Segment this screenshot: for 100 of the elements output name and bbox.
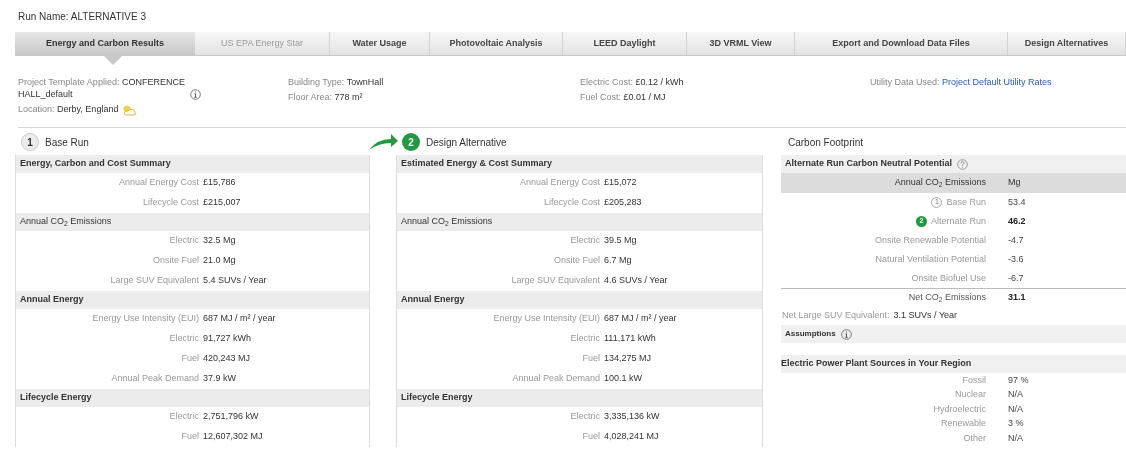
metric-label: Energy Use Intensity (EUI) [492, 312, 600, 326]
metric-value: -3.6 [1008, 252, 1024, 266]
metric-value: £15,786 [203, 176, 236, 190]
tab[interactable]: Energy and Carbon Results [15, 32, 195, 55]
metric-label: Electric [168, 234, 199, 248]
info-field: Location: Derby, England [18, 104, 119, 114]
metric-value: £205,283 [604, 196, 642, 210]
tab[interactable]: Water Usage [330, 32, 430, 55]
metric-label: Onsite Fuel [552, 254, 600, 268]
group-heading: Annual CO$_{2}$ Emissions [20, 215, 112, 229]
metric-label: Large SUV Equivalent [109, 274, 199, 288]
metric-label: Fuel [581, 352, 600, 366]
metric-value: 6.7 Mg [604, 254, 632, 268]
group-heading: Annual Energy [401, 293, 465, 307]
metric-label: Hydroelectric [932, 402, 986, 416]
metric-label: Large SUV Equivalent [510, 274, 600, 288]
metric-label: Fuel [581, 430, 600, 444]
metric-value: -4.7 [1008, 233, 1024, 247]
metric-value: 91,727 kWh [203, 332, 252, 346]
metric-value: 687 MJ / m² / year [604, 312, 677, 326]
metric-value: 134,275 MJ [604, 352, 652, 366]
metric-value: 3.1 SUVs / Year [893, 309, 958, 323]
metric-value: 53.4 [1008, 195, 1026, 209]
info-icon[interactable] [840, 328, 852, 340]
metric-value: £15,072 [604, 176, 637, 190]
metric-value: 687 MJ / m² / year [203, 312, 276, 326]
metric-value: 39.5 Mg [604, 234, 637, 248]
info-field: Fuel Cost: £0.01 / MJ [580, 92, 666, 102]
metric-value: 4,028,241 MJ [604, 430, 659, 444]
run-name: Run Name: ALTERNATIVE 3 [18, 9, 146, 24]
tab[interactable]: 3D VRML View [687, 32, 795, 55]
metric-value: 46.2 [1008, 214, 1026, 228]
group-heading: Electric Power Plant Sources in Your Region [781, 357, 972, 371]
metric-value: 111,171 kWh [604, 332, 656, 346]
section-title: Carbon Footprint [788, 135, 864, 150]
metric-label: Alternate Run [930, 214, 986, 228]
metric-value: N/A [1008, 402, 1023, 416]
metric-value: N/A [1008, 388, 1023, 401]
metric-label: Onsite Fuel [151, 254, 199, 268]
metric-value: N/A [1008, 431, 1023, 445]
metric-value: 32.5 Mg [203, 234, 236, 248]
metric-label: Other [962, 431, 986, 445]
group-heading: Lifecycle Energy [401, 391, 473, 405]
metric-value: 420,243 MJ [203, 352, 251, 366]
metric-label: Electric [168, 332, 199, 346]
info-field: Project Template Applied: CONFERENCE HALL_default [18, 76, 188, 100]
info-field: Floor Area: 778 m² [288, 92, 363, 102]
group-heading: Energy, Carbon and Cost Summary [20, 157, 171, 171]
metric-value: 5.4 SUVs / Year [203, 274, 267, 288]
curved-arrow-icon [367, 133, 399, 151]
info-icon[interactable] [190, 89, 201, 100]
metric-value: 12,607,302 MJ [203, 430, 263, 444]
metric-label: Renewable [939, 417, 986, 430]
metric-label: Energy Use Intensity (EUI) [91, 312, 199, 326]
metric-label: Natural Ventilation Potential [875, 252, 986, 266]
metric-label: Lifecycle Cost [141, 196, 199, 210]
metric-label: Fossil [961, 373, 986, 387]
step-badge: 1 [21, 133, 39, 151]
metric-value: 21.0 Mg [203, 254, 236, 268]
metric-label: Fuel [180, 430, 199, 444]
metric-label: Base Run [946, 195, 986, 209]
group-heading: Annual CO$_{2}$ Emissions [401, 215, 493, 229]
metric-label: Lifecycle Cost [542, 196, 600, 210]
metric-value: 31.1 [1008, 291, 1026, 305]
tab[interactable]: Design Alternatives [1008, 32, 1126, 55]
metric-value: 97 % [1008, 373, 1029, 387]
metric-label: Net Large SUV Equivalent: [782, 309, 890, 323]
weather-icon [122, 103, 138, 116]
metric-value: £215,007 [203, 196, 241, 210]
metric-label: Onsite Biofuel Use [911, 271, 986, 285]
metric-label: Fuel [180, 352, 199, 366]
metric-label: Annual Energy Cost [117, 176, 199, 190]
column-header: Annual CO$_{2}$ Emissions [893, 176, 986, 190]
metric-label: Electric [569, 234, 600, 248]
metric-label: Electric [168, 410, 199, 424]
metric-value: 3,335,136 kW [604, 410, 660, 424]
assumptions-link[interactable]: Assumptions [785, 328, 836, 340]
tab[interactable]: Photovoltaic Analysis [430, 32, 563, 55]
info-label: Utility Data Used: [870, 77, 941, 87]
group-heading: Estimated Energy & Cost Summary [401, 157, 553, 171]
metric-label: Annual Energy Cost [518, 176, 600, 190]
metric-label: Electric [569, 410, 600, 424]
group-heading: Annual Energy [20, 293, 84, 307]
metric-label: Electric [569, 332, 600, 346]
section-title: Design Alternative [426, 135, 507, 150]
metric-value: 100.1 kW [604, 372, 643, 386]
metric-label: Net CO$_{2}$ Emissions [907, 291, 986, 305]
column-header: Mg [1008, 176, 1021, 190]
group-heading: Alternate Run Carbon Neutral Potential [785, 157, 953, 171]
metric-label: Annual Peak Demand [511, 372, 600, 386]
tab[interactable]: Export and Download Data Files [795, 32, 1008, 55]
metric-label: Onsite Renewable Potential [874, 233, 986, 247]
section-title: Base Run [45, 135, 89, 150]
metric-value: 4.6 SUVs / Year [604, 274, 668, 288]
metric-value: 3 % [1008, 417, 1024, 430]
tab[interactable]: LEED Daylight [563, 32, 687, 55]
info-field: Building Type: TownHall [288, 77, 384, 87]
metric-label: Nuclear [954, 388, 986, 401]
utility-rates-link[interactable]: Project Default Utility Rates [942, 77, 1052, 87]
metric-label: Annual Peak Demand [110, 372, 199, 386]
